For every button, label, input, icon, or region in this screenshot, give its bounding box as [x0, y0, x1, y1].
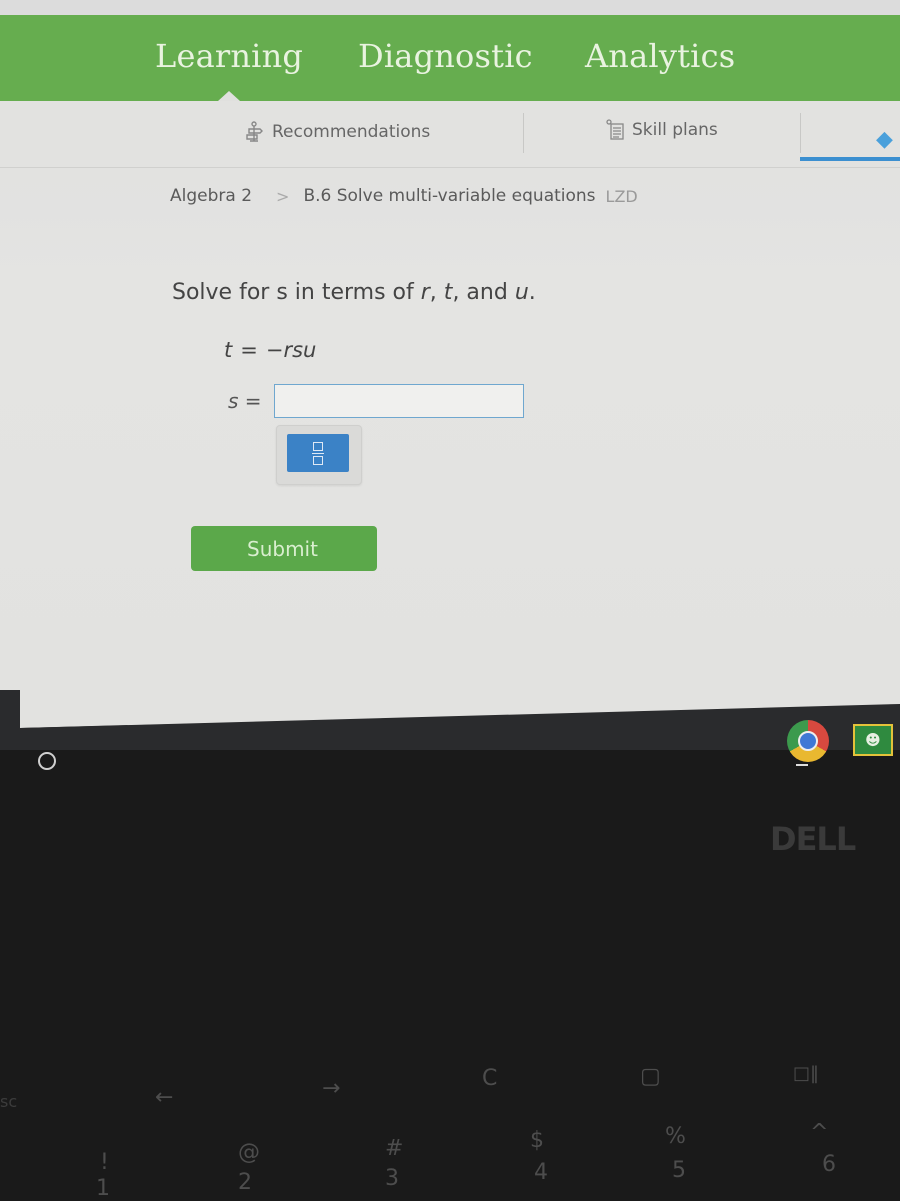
equation-lhs: t — [224, 338, 233, 362]
prompt-text: . — [528, 280, 536, 305]
subnav-divider — [800, 113, 801, 153]
answer-label: s = — [228, 389, 274, 413]
key-1: 1 — [96, 1176, 110, 1201]
subnav-recommendations-label: Recommendations — [272, 122, 431, 142]
key-2: 2 — [238, 1170, 252, 1195]
key-forward-arrow: → — [322, 1076, 341, 1101]
question-prompt: Solve for s in terms of r, t, and u. — [172, 280, 536, 305]
answer-var: s — [228, 389, 239, 413]
subnav-active-indicator — [800, 157, 900, 161]
prompt-var-s: s — [276, 280, 288, 305]
google-classroom-icon[interactable]: ☻ — [853, 724, 893, 756]
key-4-shift: $ — [530, 1128, 544, 1153]
subnav-skill-plans[interactable]: Skill plans — [604, 119, 718, 141]
math-keypad — [276, 425, 362, 485]
key-5: 5 — [672, 1158, 686, 1183]
sub-nav: Recommendations Skill plans ◆ — [0, 101, 900, 168]
key-overview: □‖ — [793, 1063, 820, 1084]
running-indicator — [796, 764, 808, 766]
launcher-icon[interactable] — [38, 752, 56, 770]
signpost-icon — [244, 121, 266, 143]
answer-equals: = — [244, 389, 262, 413]
key-2-shift: @ — [238, 1140, 260, 1165]
prompt-var-r: r — [420, 280, 430, 305]
equation-equals: = — [240, 338, 258, 362]
denominator-box-icon — [313, 455, 323, 465]
breadcrumb-chevron-icon: > — [276, 186, 290, 206]
key-refresh: C — [482, 1066, 498, 1091]
top-nav: Learning Diagnostic Analytics — [0, 15, 900, 101]
key-6-shift: ^ — [810, 1120, 829, 1145]
subnav-recommendations[interactable]: Recommendations — [244, 121, 430, 143]
given-equation: t = −rsu — [224, 338, 316, 362]
subnav-divider — [523, 113, 524, 153]
browser-top-strip — [0, 0, 900, 15]
key-4: 4 — [534, 1160, 548, 1185]
key-back-arrow: ← — [155, 1085, 174, 1110]
breadcrumb-subject[interactable]: Algebra 2 — [170, 186, 252, 206]
breadcrumb: Algebra 2 > B.6 Solve multi-variable equ… — [170, 186, 638, 206]
fraction-bar-icon — [312, 452, 324, 454]
checklist-icon — [604, 119, 626, 141]
subnav-skill-plans-label: Skill plans — [632, 120, 718, 140]
active-nav-indicator — [218, 91, 240, 101]
prompt-text: , and — [452, 280, 515, 305]
prompt-text: , — [429, 280, 444, 305]
screen: Learning Diagnostic Analytics Recommenda… — [0, 0, 900, 728]
key-esc: sc — [0, 1092, 18, 1111]
nav-learning[interactable]: Learning — [155, 37, 303, 75]
key-3-shift: # — [385, 1136, 404, 1161]
equation-rhs: −rsu — [265, 338, 317, 362]
breadcrumb-skill: B.6 Solve multi-variable equations — [303, 186, 596, 206]
skill-code: LZD — [605, 186, 638, 206]
prompt-text: Solve for — [172, 280, 277, 305]
answer-input[interactable] — [274, 384, 524, 418]
prompt-var-u: u — [514, 280, 529, 305]
nav-diagnostic[interactable]: Diagnostic — [358, 37, 533, 75]
prompt-text: in terms of — [287, 280, 421, 305]
key-3: 3 — [385, 1166, 399, 1191]
key-1-shift: ! — [100, 1150, 109, 1175]
nav-analytics[interactable]: Analytics — [585, 37, 735, 75]
numerator-box-icon — [313, 441, 323, 451]
fraction-button[interactable] — [287, 434, 349, 472]
chrome-icon[interactable] — [787, 720, 829, 762]
key-fullscreen: ▢ — [640, 1064, 661, 1089]
answer-row: s = — [228, 384, 524, 418]
diamond-icon[interactable]: ◆ — [876, 127, 893, 152]
key-5-shift: % — [665, 1124, 686, 1149]
submit-button[interactable]: Submit — [191, 526, 377, 571]
dell-logo: DELL — [770, 820, 856, 858]
key-6: 6 — [822, 1152, 836, 1177]
